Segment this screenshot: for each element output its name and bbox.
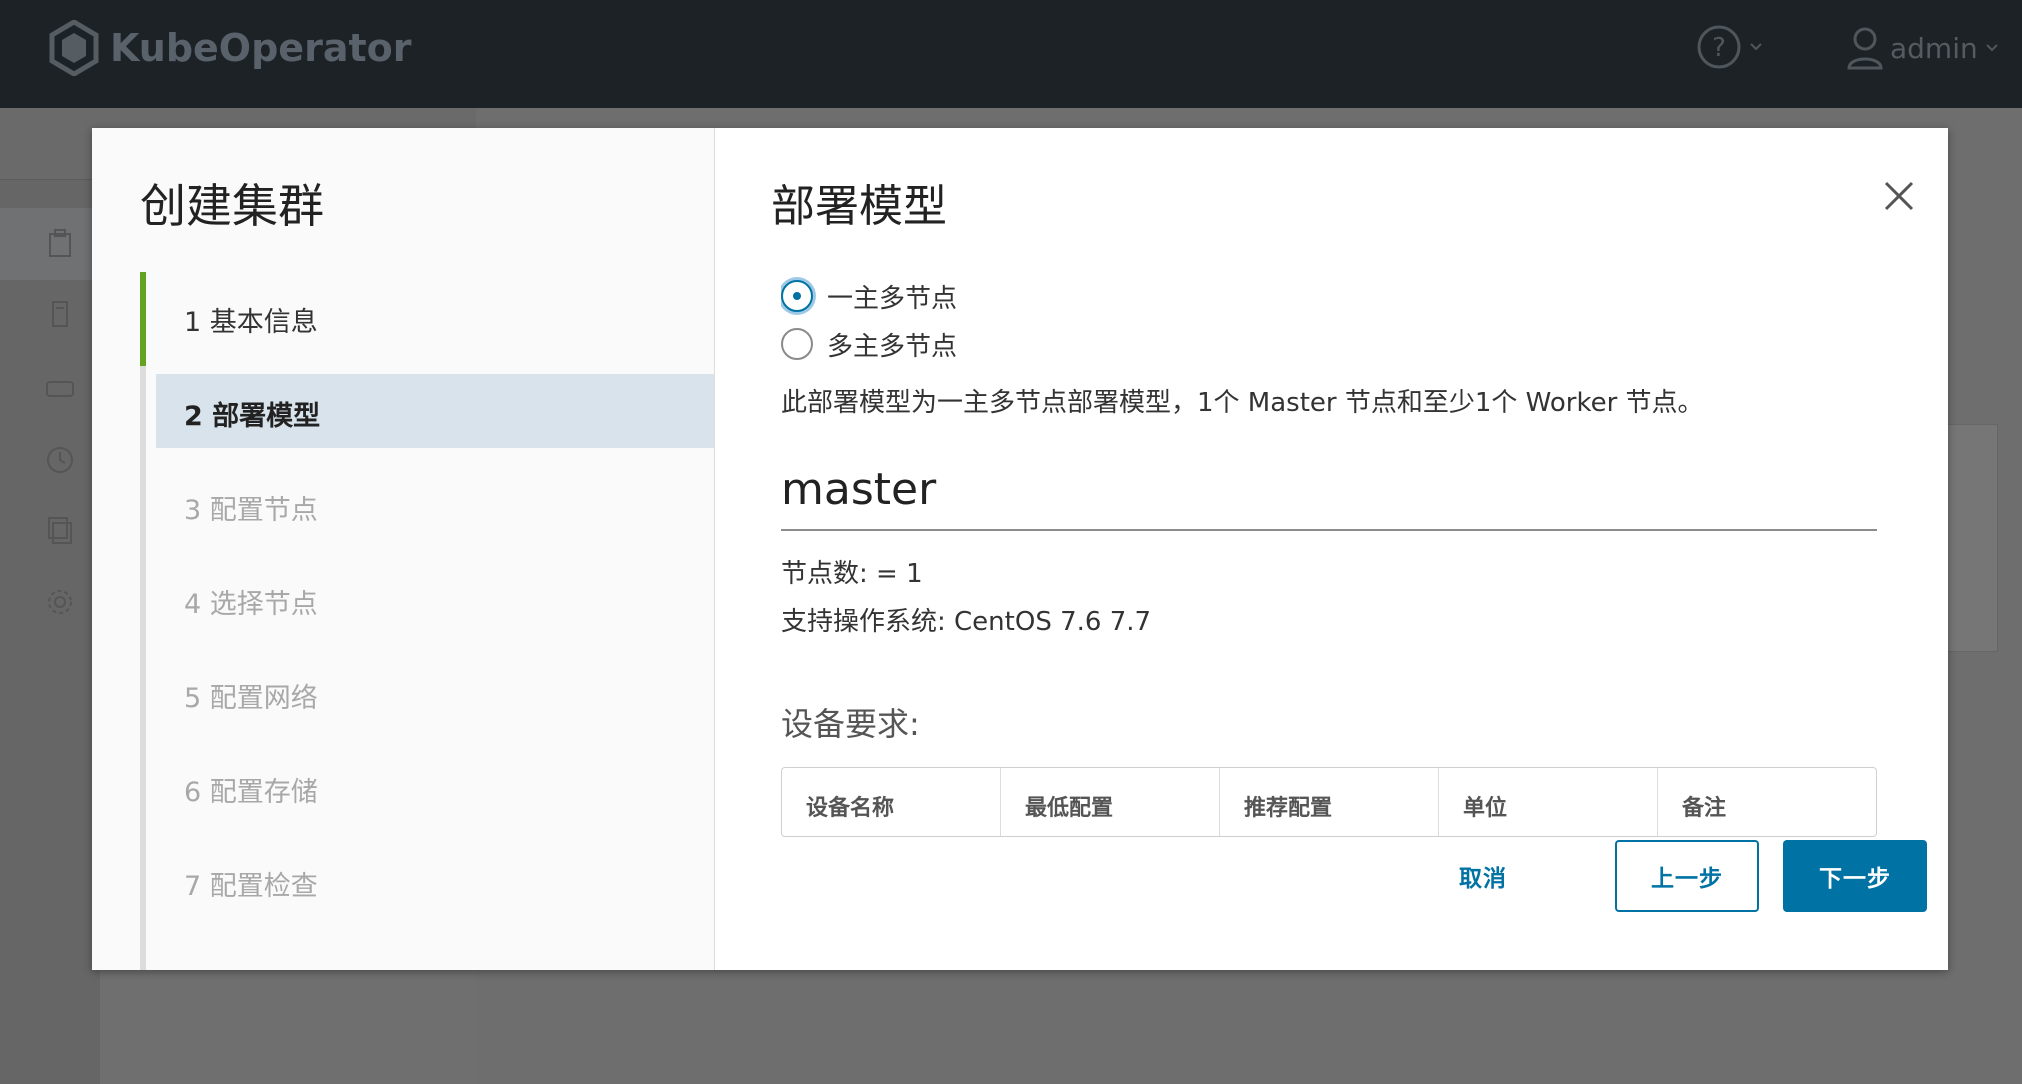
table-header: 设备名称 [782,768,1001,836]
wizard-step-list: 1 基本信息 2 部署模型 3 配置节点 4 选择节点 5 配置网络 6 配置存… [140,272,714,970]
wizard-step-label: 7 配置检查 [184,870,318,902]
wizard-step-label: 6 配置存储 [184,776,318,808]
model-description: 此部署模型为一主多节点部署模型，1个 Master 节点和至少1个 Worker… [781,388,1704,418]
wizard-step-label: 3 配置节点 [184,494,318,526]
node-count: 节点数: = 1 [781,559,923,589]
wizard-step-configure-storage[interactable]: 6 配置存储 [140,742,714,836]
table-header: 最低配置 [1001,768,1220,836]
user-icon [1847,27,1883,70]
radio-label: 多主多节点 [827,331,958,362]
create-cluster-wizard: 创建集群 1 基本信息 2 部署模型 3 配置节点 4 选择节点 5 配置网络 … [92,128,1948,970]
wizard-step-label: 4 选择节点 [184,588,318,620]
svg-text:?: ? [1712,33,1726,63]
step-body[interactable]: 一主多节点 多主多节点 此部署模型为一主多节点部署模型，1个 Master 节点… [781,272,1887,930]
app-header: KubeOperator ? admin [0,0,2022,108]
wizard-step-partial [140,930,714,970]
cluster-icon [49,229,71,257]
gear-icon [48,590,72,614]
chevron-down-icon [1750,43,1762,51]
previous-button[interactable]: 上一步 [1615,840,1759,912]
wizard-step-select-nodes[interactable]: 4 选择节点 [140,554,714,648]
chevron-down-icon [1986,44,1998,52]
help-menu[interactable]: ? [1696,24,1764,70]
radio-option-single-master[interactable]: 一主多节点 [781,272,1887,320]
kubeoperator-logo-icon [49,20,99,76]
close-icon[interactable] [1881,178,1917,214]
table-header: 备注 [1682,796,1727,821]
storage-icon [46,381,74,397]
brand[interactable]: KubeOperator [48,20,411,76]
os-support: 支持操作系统: CentOS 7.6 7.7 [781,607,1152,637]
wizard-step-configure-nodes[interactable]: 3 配置节点 [140,460,714,554]
radio-button-checked[interactable] [781,280,813,312]
brand-name: KubeOperator [110,26,412,70]
table-header: 推荐配置 [1220,768,1439,836]
radio-option-multi-master[interactable]: 多主多节点 [781,320,1887,368]
wizard-nav: 创建集群 1 基本信息 2 部署模型 3 配置节点 4 选择节点 5 配置网络 … [92,128,715,970]
role-heading: master [781,464,1877,531]
user-menu[interactable]: admin [1846,26,2000,70]
next-button[interactable]: 下一步 [1783,840,1927,912]
wizard-step-config-check[interactable]: 7 配置检查 [140,836,714,930]
step-title: 部署模型 [771,181,947,232]
requirements-label: 设备要求: [781,705,920,743]
clock-icon [47,447,73,473]
wizard-step-label: 2 部署模型 [184,400,321,432]
wizard-title: 创建集群 [140,179,324,233]
radio-button[interactable] [781,328,813,360]
radio-label: 一主多节点 [827,283,958,314]
wizard-step-label: 5 配置网络 [184,682,318,714]
wizard-step-configure-network[interactable]: 5 配置网络 [140,648,714,742]
wizard-step-deploy-model[interactable]: 2 部署模型 [140,366,714,460]
wizard-footer: 取消 上一步 下一步 [715,840,1948,970]
requirements-table: 设备名称 最低配置 推荐配置 单位 备注 [781,767,1877,837]
server-icon [52,301,68,327]
wizard-step-label: 1 基本信息 [184,306,318,338]
help-icon: ? [1697,25,1741,69]
copy-icon [48,517,72,544]
cancel-button[interactable]: 取消 [1423,840,1543,912]
user-name: admin [1890,31,1978,65]
table-header: 单位 [1439,768,1658,836]
wizard-step-basic-info[interactable]: 1 基本信息 [140,272,714,366]
